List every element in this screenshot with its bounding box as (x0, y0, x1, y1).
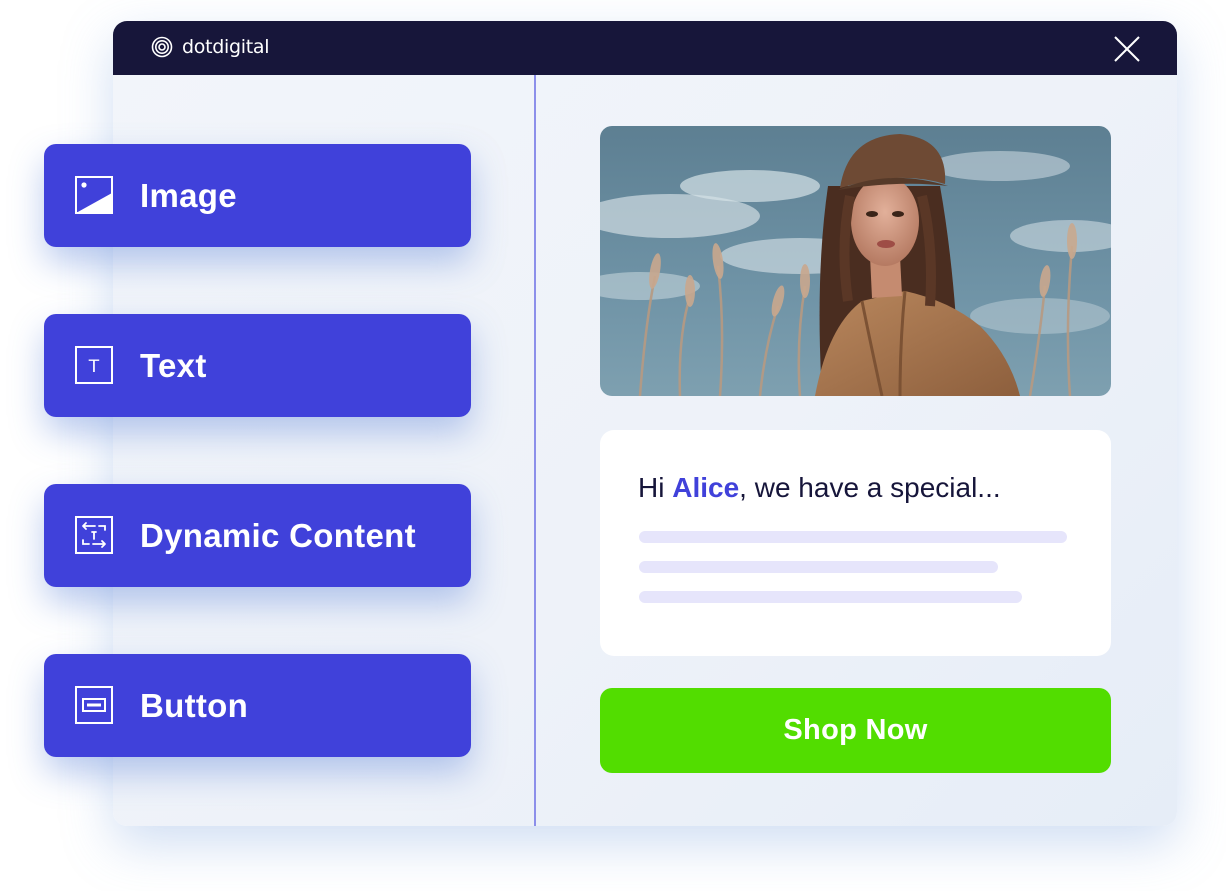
close-button[interactable] (1113, 35, 1141, 63)
panel-divider (534, 75, 536, 826)
recipient-name: Alice (672, 472, 740, 503)
brand-name: dotdigital (182, 36, 270, 58)
title-bar: dotdigital (113, 21, 1177, 75)
image-icon (75, 176, 113, 214)
placeholder-line (639, 531, 1067, 543)
palette-item-label: Dynamic Content (140, 516, 416, 554)
brand-logo: dotdigital (151, 36, 269, 58)
palette-item-label: Text (140, 346, 207, 384)
palette-item-label: Button (140, 686, 249, 724)
palette-item-dynamic-content[interactable]: Dynamic Content (44, 484, 471, 587)
dotdigital-logo-icon (151, 36, 173, 58)
stage: dotdigital Image T Text Dynamic Content … (0, 0, 1226, 891)
dynamic-content-icon (75, 516, 113, 554)
greeting-prefix: Hi (638, 472, 673, 503)
palette-item-label: Image (140, 176, 237, 214)
hero-photo-illustration (600, 126, 1111, 396)
text-card: Hi Alice, we have a special... (600, 430, 1111, 656)
text-icon: T (75, 346, 113, 384)
svg-text:T: T (88, 357, 100, 377)
palette-item-image[interactable]: Image (44, 144, 471, 247)
close-icon (1114, 36, 1140, 62)
button-icon (75, 686, 113, 724)
greeting-text: Hi Alice, we have a special... (638, 472, 1001, 504)
palette-item-text[interactable]: T Text (44, 314, 471, 417)
placeholder-line (639, 561, 998, 573)
shop-now-button[interactable]: Shop Now (600, 688, 1111, 773)
hero-image (600, 126, 1111, 396)
palette-item-button[interactable]: Button (44, 654, 471, 757)
placeholder-line (639, 591, 1022, 603)
greeting-suffix: , we have a special... (739, 472, 1001, 503)
